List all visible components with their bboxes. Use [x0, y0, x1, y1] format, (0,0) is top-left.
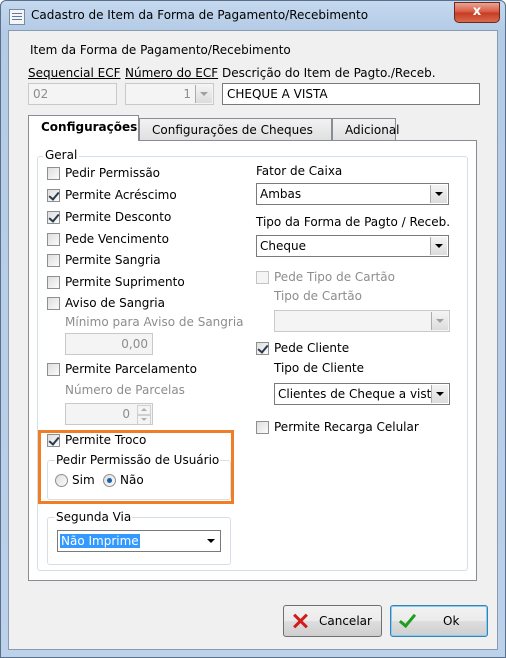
- chevron-down-icon[interactable]: [195, 85, 212, 103]
- item-group-title: Item da Forma de Pagamento/Recebimento: [30, 43, 291, 57]
- permite-sangria-checkbox[interactable]: [47, 254, 60, 267]
- chevron-down-icon[interactable]: [430, 185, 447, 203]
- geral-group-title: Geral: [43, 148, 80, 162]
- minimo-aviso-field[interactable]: 0,00: [65, 333, 153, 355]
- tipo-cartao-label: Tipo de Cartão: [274, 289, 362, 303]
- pede-tipo-cartao-label: Pede Tipo de Cartão: [274, 270, 395, 284]
- pede-tipo-cartao-checkbox[interactable]: [256, 271, 269, 284]
- radio-nao-label: Não: [120, 473, 144, 487]
- chevron-down-icon[interactable]: [431, 385, 448, 403]
- fator-caixa-select[interactable]: Ambas: [256, 183, 449, 205]
- tipo-cliente-value: Clientes de Cheque a vista: [278, 387, 439, 401]
- tab-configuracoes[interactable]: Configurações: [28, 115, 139, 141]
- tab-adicional[interactable]: Adicional: [332, 118, 400, 140]
- permite-desconto-checkbox[interactable]: [47, 211, 60, 224]
- ok-button-label: Ok: [443, 614, 460, 628]
- tipo-cartao-select[interactable]: [274, 310, 450, 332]
- permite-parcelamento-label: Permite Parcelamento: [65, 362, 197, 376]
- permite-troco-label: Permite Troco: [65, 433, 147, 447]
- pede-cliente-label: Pede Cliente: [274, 341, 350, 355]
- numero-parcelas-stepper[interactable]: 0: [65, 403, 153, 425]
- numero-parcelas-label: Número de Parcelas: [65, 383, 185, 397]
- app-form-icon: [9, 9, 25, 25]
- cancel-button-label: Cancelar: [319, 614, 372, 628]
- tab-configuracoes-cheques[interactable]: Configurações de Cheques: [139, 118, 332, 140]
- sequencial-label: Sequencial ECF: [28, 66, 121, 80]
- chevron-down-icon[interactable]: [203, 532, 219, 550]
- chevron-down-icon[interactable]: [431, 312, 448, 330]
- fator-caixa-label: Fator de Caixa: [256, 164, 343, 178]
- checkmark-icon: [399, 613, 415, 629]
- numero-ecf-value: 1: [183, 87, 191, 101]
- numero-ecf-combo[interactable]: 1: [125, 83, 214, 105]
- tipo-forma-select[interactable]: Cheque: [256, 235, 449, 257]
- spinner-icon[interactable]: [137, 405, 151, 424]
- segunda-via-select[interactable]: Não Imprime: [57, 530, 221, 552]
- pede-cliente-checkbox[interactable]: [256, 342, 269, 355]
- pede-vencimento-label: Pede Vencimento: [65, 232, 169, 246]
- aviso-sangria-checkbox[interactable]: [47, 297, 60, 310]
- pedir-permissao-checkbox[interactable]: [47, 167, 60, 180]
- permite-desconto-label: Permite Desconto: [65, 210, 172, 224]
- minimo-aviso-label: Mínimo para Aviso de Sangria: [65, 315, 244, 329]
- numero-parcelas-value: 0: [122, 407, 130, 421]
- permite-suprimento-label: Permite Suprimento: [65, 275, 185, 289]
- tipo-cliente-label: Tipo de Cliente: [274, 361, 365, 375]
- permite-sangria-label: Permite Sangria: [65, 253, 161, 267]
- aviso-sangria-label: Aviso de Sangria: [65, 296, 165, 310]
- segunda-via-title: Segunda Via: [55, 510, 133, 524]
- pedir-permissao-usuario-title: Pedir Permissão de Usuário: [55, 453, 221, 467]
- radio-sim-label: Sim: [72, 473, 95, 487]
- permite-acrescimo-checkbox[interactable]: [47, 189, 60, 202]
- segunda-via-value: Não Imprime: [60, 534, 140, 548]
- permite-acrescimo-label: Permite Acréscimo: [65, 188, 177, 202]
- permite-suprimento-checkbox[interactable]: [47, 276, 60, 289]
- title-bar[interactable]: Cadastro de Item da Forma de Pagamento/R…: [1, 1, 505, 31]
- pedir-permissao-label: Pedir Permissão: [65, 166, 161, 180]
- pede-vencimento-checkbox[interactable]: [47, 233, 60, 246]
- radio-nao[interactable]: [103, 474, 116, 487]
- fator-caixa-value: Ambas: [260, 187, 302, 201]
- numero-ecf-label: Número do ECF: [125, 66, 219, 80]
- chevron-down-icon[interactable]: [430, 237, 447, 255]
- close-icon: [292, 613, 308, 629]
- recarga-celular-checkbox[interactable]: [256, 421, 269, 434]
- permite-troco-checkbox[interactable]: [47, 434, 60, 447]
- window-title: Cadastro de Item da Forma de Pagamento/R…: [31, 8, 369, 22]
- cancel-button[interactable]: Cancelar: [283, 605, 382, 637]
- descricao-label: Descrição do Item de Pagto./Receb.: [222, 66, 436, 80]
- descricao-input[interactable]: CHEQUE A VISTA: [222, 83, 480, 105]
- sequencial-field[interactable]: 02: [28, 83, 117, 105]
- tipo-forma-value: Cheque: [260, 239, 306, 253]
- permite-parcelamento-checkbox[interactable]: [47, 363, 60, 376]
- ok-button[interactable]: Ok: [390, 605, 488, 637]
- tipo-forma-label: Tipo da Forma de Pagto / Receb.: [256, 215, 451, 229]
- recarga-celular-label: Permite Recarga Celular: [274, 420, 419, 434]
- tipo-cliente-select[interactable]: Clientes de Cheque a vista: [274, 383, 450, 405]
- radio-sim[interactable]: [55, 474, 68, 487]
- close-button[interactable]: x: [454, 2, 500, 23]
